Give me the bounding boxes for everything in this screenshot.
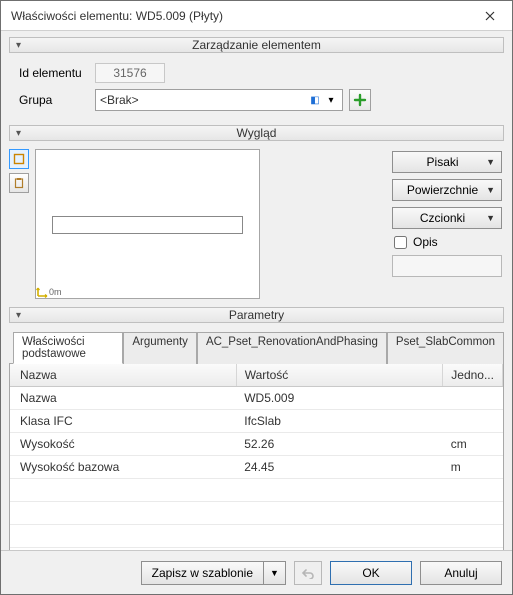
tab-basic-properties[interactable]: Właściwości podstawowe bbox=[13, 332, 123, 364]
table-row bbox=[10, 525, 503, 548]
id-field: 31576 bbox=[95, 63, 165, 83]
table-row[interactable]: Wysokość bazowa 24.45 m bbox=[10, 456, 503, 479]
parameters-body: Właściwości podstawowe Argumenty AC_Pset… bbox=[9, 329, 504, 550]
preview-tool-column bbox=[9, 149, 29, 299]
table-row[interactable]: Klasa IFC IfcSlab bbox=[10, 410, 503, 433]
group-combo[interactable]: <Brak> ◧ ▾ bbox=[95, 89, 343, 111]
col-value[interactable]: Wartość bbox=[236, 364, 443, 387]
fonts-dropdown[interactable]: Czcionki ▼ bbox=[392, 207, 502, 229]
pens-dropdown[interactable]: Pisaki ▼ bbox=[392, 151, 502, 173]
section-header-management[interactable]: ▾ Zarządzanie elementem bbox=[9, 37, 504, 53]
dialog-window: Właściwości elementu: WD5.009 (Płyty) ▾ … bbox=[0, 0, 513, 595]
appearance-body: 0m Pisaki ▼ Powierzchnie ▼ Czcionki ▼ bbox=[9, 147, 504, 301]
add-group-button[interactable] bbox=[349, 89, 371, 111]
chevron-down-icon: ▾ bbox=[16, 310, 21, 321]
id-label: Id elementu bbox=[13, 66, 95, 80]
tab-ac-pset-renovation[interactable]: AC_Pset_RenovationAndPhasing bbox=[197, 332, 387, 364]
preview-canvas: 0m bbox=[35, 149, 260, 299]
group-label: Grupa bbox=[13, 93, 95, 107]
preview-slab-shape bbox=[52, 216, 243, 234]
tool-top-view[interactable] bbox=[9, 149, 29, 169]
save-template-group: Zapisz w szablonie ▼ bbox=[141, 561, 286, 585]
section-title-parameters: Parametry bbox=[229, 308, 284, 322]
chevron-down-icon: ▼ bbox=[486, 185, 495, 195]
surfaces-dropdown[interactable]: Powierzchnie ▼ bbox=[392, 179, 502, 201]
tab-arguments[interactable]: Argumenty bbox=[123, 332, 197, 364]
cancel-button[interactable]: Anuluj bbox=[420, 561, 502, 585]
chevron-down-icon: ▾ bbox=[16, 128, 21, 139]
combo-picker-icon[interactable]: ◧ bbox=[308, 93, 322, 107]
table-row[interactable]: Wysokość 52.26 cm bbox=[10, 433, 503, 456]
parameters-table-wrap: Nazwa Wartość Jedno... Nazwa WD5.009 Kla… bbox=[9, 364, 504, 550]
description-checkbox[interactable] bbox=[394, 236, 407, 249]
undo-button bbox=[294, 561, 322, 585]
chevron-down-icon: ▼ bbox=[270, 568, 279, 578]
origin-badge: 0m bbox=[35, 285, 62, 299]
description-field bbox=[392, 255, 502, 277]
content-area: ▾ Zarządzanie elementem Id elementu 3157… bbox=[1, 31, 512, 550]
combo-dropdown-icon[interactable]: ▾ bbox=[324, 93, 338, 107]
table-row bbox=[10, 479, 503, 502]
chevron-down-icon: ▾ bbox=[16, 40, 21, 51]
save-template-button[interactable]: Zapisz w szablonie bbox=[141, 561, 264, 585]
description-checkbox-row[interactable]: Opis bbox=[392, 235, 502, 249]
parameters-tabstrip: Właściwości podstawowe Argumenty AC_Pset… bbox=[9, 331, 504, 364]
tab-pset-slabcommon[interactable]: Pset_SlabCommon bbox=[387, 332, 504, 364]
col-unit[interactable]: Jedno... bbox=[443, 364, 503, 387]
section-header-parameters[interactable]: ▾ Parametry bbox=[9, 307, 504, 323]
ok-button[interactable]: OK bbox=[330, 561, 412, 585]
parameters-table: Nazwa Wartość Jedno... Nazwa WD5.009 Kla… bbox=[10, 364, 503, 550]
description-checkbox-label: Opis bbox=[413, 235, 438, 249]
table-row bbox=[10, 502, 503, 525]
tool-clipboard[interactable] bbox=[9, 173, 29, 193]
save-template-dropdown[interactable]: ▼ bbox=[264, 561, 286, 585]
table-header-row: Nazwa Wartość Jedno... bbox=[10, 364, 503, 387]
chevron-down-icon: ▼ bbox=[486, 213, 495, 223]
window-title: Właściwości elementu: WD5.009 (Płyty) bbox=[11, 9, 467, 23]
dialog-footer: Zapisz w szablonie ▼ OK Anuluj bbox=[1, 550, 512, 594]
section-header-appearance[interactable]: ▾ Wygląd bbox=[9, 125, 504, 141]
close-button[interactable] bbox=[467, 1, 512, 31]
management-body: Id elementu 31576 Grupa <Brak> ◧ ▾ bbox=[9, 59, 504, 119]
table-row[interactable]: Nazwa WD5.009 bbox=[10, 387, 503, 410]
appearance-side-controls: Pisaki ▼ Powierzchnie ▼ Czcionki ▼ Opis bbox=[266, 149, 504, 299]
titlebar: Właściwości elementu: WD5.009 (Płyty) bbox=[1, 1, 512, 31]
col-name[interactable]: Nazwa bbox=[10, 364, 236, 387]
section-title-appearance: Wygląd bbox=[237, 126, 277, 140]
section-title-management: Zarządzanie elementem bbox=[192, 38, 321, 52]
group-combo-value: <Brak> bbox=[100, 93, 308, 107]
chevron-down-icon: ▼ bbox=[486, 157, 495, 167]
